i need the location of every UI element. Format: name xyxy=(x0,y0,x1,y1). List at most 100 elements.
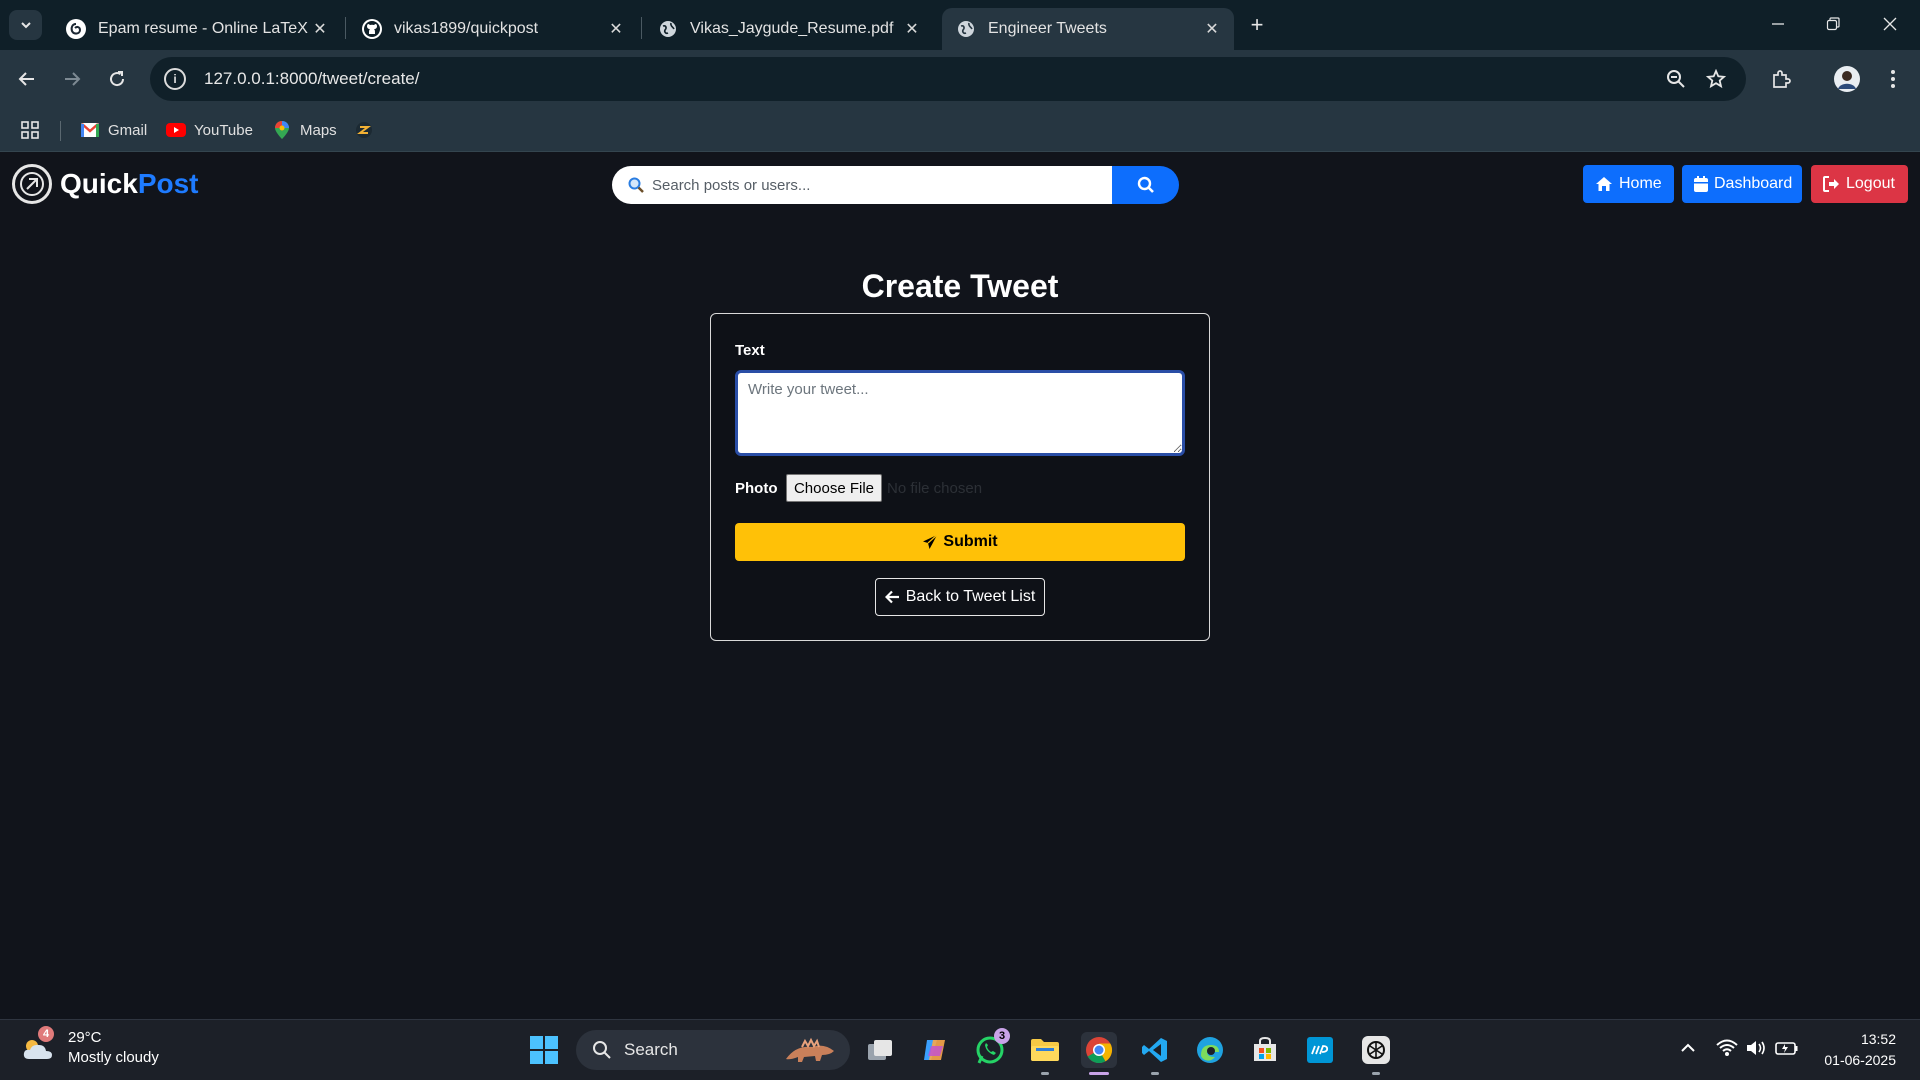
tab-search-button[interactable] xyxy=(9,10,42,40)
bookmark-extension[interactable] xyxy=(354,116,382,144)
github-icon xyxy=(362,19,382,39)
whatsapp-badge: 3 xyxy=(994,1028,1010,1044)
forward-button[interactable] xyxy=(55,62,89,96)
youtube-icon xyxy=(166,122,186,138)
paper-plane-icon xyxy=(923,534,938,549)
close-tab-icon[interactable]: ✕ xyxy=(310,19,330,39)
bookmark-label: Maps xyxy=(300,121,337,139)
zoom-icon[interactable] xyxy=(1662,67,1690,91)
tab-separator xyxy=(641,17,642,39)
close-window-button[interactable] xyxy=(1864,8,1916,40)
show-hidden-icons-button[interactable] xyxy=(1676,1036,1700,1060)
browser-tabstrip: Epam resume - Online LaTeX Ed ✕ vikas189… xyxy=(0,0,1920,50)
close-tab-icon[interactable]: ✕ xyxy=(1202,19,1222,39)
restore-button[interactable] xyxy=(1807,8,1859,40)
brand[interactable]: QuickPost xyxy=(12,164,199,204)
tab-resume-pdf[interactable]: Vikas_Jaygude_Resume.pdf ✕ xyxy=(644,8,934,50)
weather-widget[interactable]: 4 29°C Mostly cloudy xyxy=(20,1026,159,1068)
close-tab-icon[interactable]: ✕ xyxy=(606,19,626,39)
arrow-left-icon xyxy=(884,590,899,604)
vscode-icon xyxy=(1142,1038,1167,1062)
search-button[interactable] xyxy=(1112,166,1179,204)
search-bar: Search posts or users... xyxy=(612,166,1179,204)
copilot-icon xyxy=(924,1040,945,1060)
tab-engineer-tweets[interactable]: Engineer Tweets ✕ xyxy=(942,8,1234,50)
minimize-button[interactable] xyxy=(1752,8,1804,40)
dinosaur-doodle-icon xyxy=(786,1037,834,1062)
weather-condition: Mostly cloudy xyxy=(68,1049,159,1066)
copilot-app[interactable] xyxy=(917,1032,953,1068)
whatsapp-app[interactable]: 3 xyxy=(972,1028,1010,1068)
bookmark-maps[interactable]: Maps xyxy=(272,116,337,144)
tab-epam-resume[interactable]: Epam resume - Online LaTeX Ed ✕ xyxy=(52,8,342,50)
logout-label: Logout xyxy=(1846,175,1895,192)
text-label: Text xyxy=(735,342,765,359)
reload-icon xyxy=(110,71,125,87)
apps-grid-icon xyxy=(21,121,39,139)
myhp-app[interactable] xyxy=(1302,1032,1338,1068)
cloud-icon: 4 xyxy=(20,1026,56,1066)
tab-github-quickpost[interactable]: vikas1899/quickpost ✕ xyxy=(348,8,638,50)
calendar-icon xyxy=(1694,176,1708,192)
search-icon xyxy=(628,177,644,193)
close-icon xyxy=(1883,17,1897,31)
more-vertical-icon xyxy=(1891,70,1895,88)
windows-logo-icon xyxy=(530,1036,558,1064)
edge-app[interactable] xyxy=(1192,1032,1228,1068)
puzzle-icon xyxy=(1773,70,1791,88)
bookmark-youtube[interactable]: YouTube xyxy=(166,116,253,144)
dashboard-button[interactable]: Dashboard xyxy=(1682,165,1802,203)
tweet-text-input[interactable] xyxy=(735,370,1185,456)
logout-button[interactable]: Logout xyxy=(1811,165,1908,203)
home-button[interactable]: Home xyxy=(1583,165,1674,203)
avatar-icon xyxy=(1834,66,1860,92)
folder-icon xyxy=(1031,1039,1059,1061)
running-indicator xyxy=(1372,1072,1380,1075)
new-tab-button[interactable]: + xyxy=(1242,12,1272,38)
tab-label: vikas1899/quickpost xyxy=(394,20,539,37)
address-bar[interactable]: i 127.0.0.1:8000/tweet/create/ xyxy=(150,57,1746,101)
close-tab-icon[interactable]: ✕ xyxy=(902,19,922,39)
system-clock[interactable]: 13:52 01-06-2025 xyxy=(1824,1029,1896,1071)
bookmark-star-icon[interactable] xyxy=(1702,67,1730,91)
chatgpt-app[interactable] xyxy=(1358,1032,1394,1068)
vscode-app[interactable] xyxy=(1137,1032,1173,1068)
search-input[interactable]: Search posts or users... xyxy=(612,166,1112,204)
photo-label: Photo xyxy=(735,480,778,497)
microsoft-store-app[interactable] xyxy=(1247,1032,1283,1068)
choose-file-button[interactable]: Choose File xyxy=(786,474,882,502)
back-to-tweet-list-button[interactable]: Back to Tweet List xyxy=(875,578,1045,616)
page-title: Create Tweet xyxy=(861,268,1059,304)
minimize-icon xyxy=(1772,23,1784,25)
brand-name: QuickPost xyxy=(60,168,199,199)
wifi-button[interactable] xyxy=(1714,1036,1740,1060)
chrome-icon xyxy=(1086,1037,1113,1064)
file-explorer-app[interactable] xyxy=(1027,1032,1063,1068)
extensions-button[interactable] xyxy=(1764,62,1798,96)
battery-button[interactable] xyxy=(1774,1036,1800,1060)
start-button[interactable] xyxy=(526,1032,562,1068)
chrome-app[interactable] xyxy=(1081,1032,1117,1068)
browser-menu-button[interactable] xyxy=(1876,62,1910,96)
back-button[interactable] xyxy=(10,62,44,96)
dashboard-label: Dashboard xyxy=(1714,175,1793,192)
active-indicator xyxy=(1089,1072,1109,1075)
task-view-icon xyxy=(868,1040,892,1060)
tab-label: Epam resume - Online LaTeX Ed xyxy=(98,20,310,37)
reload-button[interactable] xyxy=(100,62,134,96)
arrow-right-icon xyxy=(65,72,81,86)
running-indicator xyxy=(1151,1072,1159,1075)
store-icon xyxy=(1254,1036,1276,1061)
site-info-icon[interactable]: i xyxy=(164,68,186,90)
bookmark-logo-icon xyxy=(354,122,374,138)
submit-button[interactable]: Submit xyxy=(735,523,1185,561)
profile-avatar-button[interactable] xyxy=(1830,62,1864,96)
volume-button[interactable] xyxy=(1744,1036,1770,1060)
bookmark-divider xyxy=(60,121,61,141)
task-view-button[interactable] xyxy=(862,1032,898,1068)
taskbar-search[interactable]: Search xyxy=(576,1030,850,1070)
apps-button[interactable] xyxy=(20,116,40,144)
wifi-icon xyxy=(1716,1039,1738,1056)
browser-toolbar: i 127.0.0.1:8000/tweet/create/ xyxy=(0,50,1920,108)
bookmark-gmail[interactable]: Gmail xyxy=(80,116,147,144)
